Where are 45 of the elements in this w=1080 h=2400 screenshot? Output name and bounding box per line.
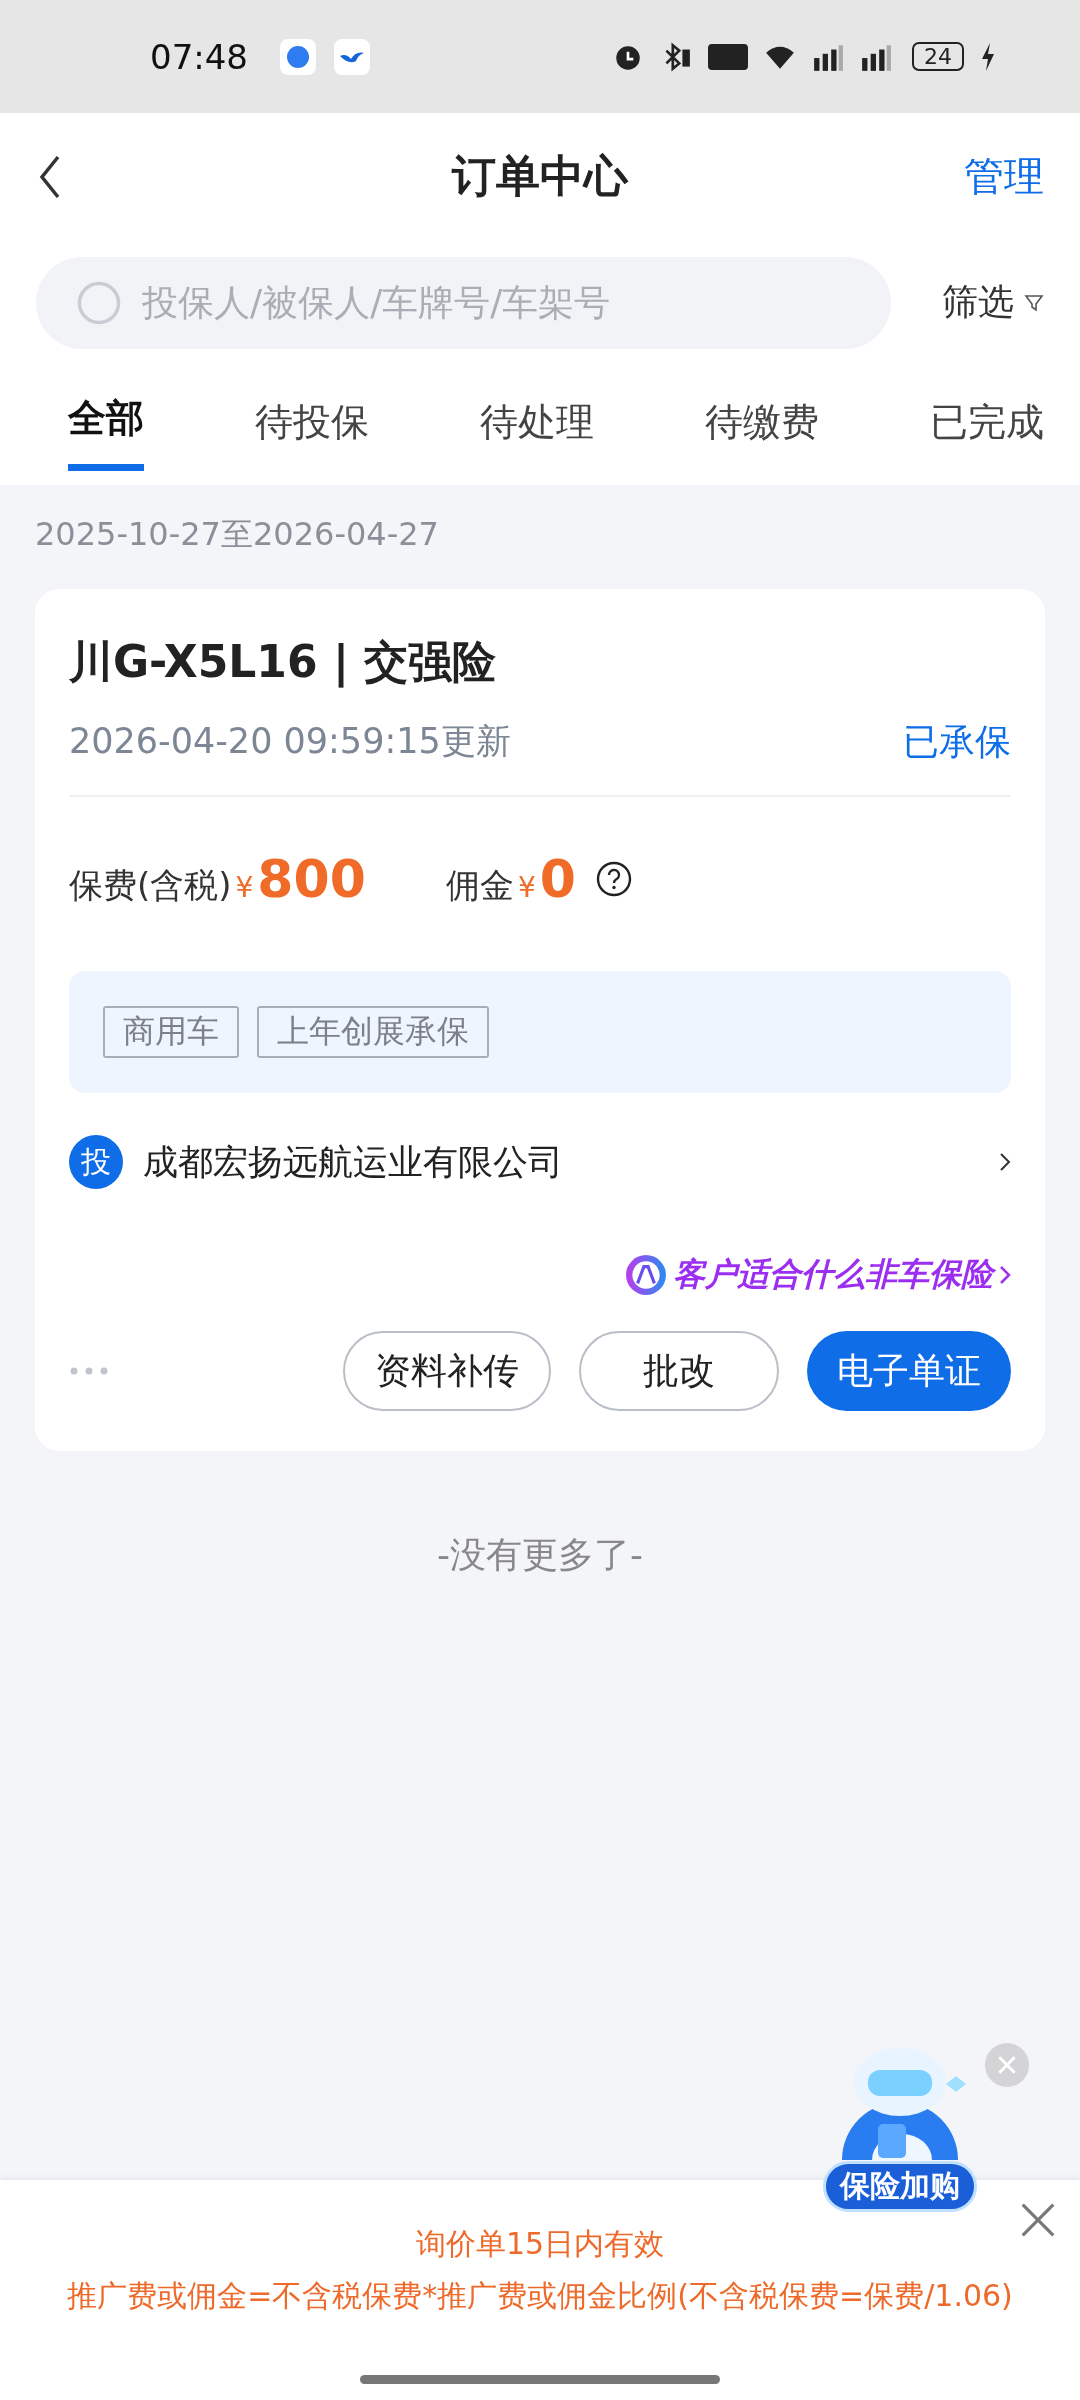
search-icon — [76, 279, 122, 326]
tab[interactable]: 全部 — [68, 379, 144, 471]
e-document-button[interactable]: 电子单证 — [807, 1331, 1011, 1411]
currency-symbol: ¥ — [235, 871, 254, 904]
date-range: 2025-10-27至2026-04-27 — [35, 514, 440, 555]
bird-app-icon — [334, 38, 370, 75]
holder-name: 成都宏扬远航运业有限公司 — [143, 1140, 564, 1184]
tab[interactable]: 待投保 — [255, 382, 369, 468]
page-title: 订单中心 — [452, 149, 628, 203]
chevron-right-icon — [999, 1265, 1011, 1285]
currency-symbol: ¥ — [517, 871, 536, 904]
battery-level: 24 — [912, 42, 964, 71]
premium-amount: 800 — [257, 849, 366, 909]
tab[interactable]: 待缴费 — [705, 382, 819, 468]
browser-app-icon — [280, 38, 316, 75]
commission-amount: 0 — [539, 849, 576, 909]
commission-label: 佣金 — [445, 864, 514, 907]
close-icon[interactable] — [1020, 2202, 1056, 2238]
order-card[interactable]: 川G-X5L16 | 交强险 2026-04-20 09:59:15更新 已承保 保费(含税)¥800 佣金¥0 商用车 上年创展承保 投 成都宏扬远航运业有限公司 客户适合什么非车保险 资料补传 批改 电子单证 — [35, 589, 1045, 1451]
ai-badge-icon — [625, 1254, 667, 1296]
add-insurance-badge[interactable]: 保险加购 — [823, 2161, 977, 2212]
notice-text: 询价单15日内有效 — [415, 2225, 665, 2263]
action-button[interactable]: 批改 — [579, 1331, 779, 1411]
end-of-list-text: -没有更多了- — [436, 1533, 644, 1577]
order-title: 川G-X5L16 | 交强险 — [69, 635, 498, 690]
tab[interactable]: 已完成 — [930, 382, 1044, 468]
tab[interactable]: 待处理 — [480, 382, 594, 468]
filter-icon[interactable] — [1024, 292, 1044, 313]
holder-badge: 投 — [69, 1135, 123, 1189]
chevron-right-icon[interactable] — [999, 1152, 1011, 1172]
status-time: 07:48 — [150, 36, 248, 77]
search-field[interactable]: 投保人/被保人/车牌号/车架号 — [36, 256, 891, 349]
back-icon[interactable] — [38, 153, 62, 201]
help-icon[interactable] — [595, 861, 632, 897]
ai-promo-link[interactable]: 客户适合什么非车保险 — [625, 1253, 1011, 1297]
tag: 上年创展承保 — [257, 1006, 489, 1058]
filter-button[interactable]: 筛选 — [942, 278, 1014, 327]
tag: 商用车 — [103, 1006, 239, 1058]
premium-label: 保费(含税) — [69, 864, 232, 907]
manage-link[interactable]: 管理 — [964, 149, 1044, 204]
notice-text: 推广费或佣金=不含税保费*推广费或佣金比例(不含税保费=保费/1.06) — [67, 2277, 1013, 2315]
update-time: 2026-04-20 09:59:15更新 — [69, 720, 511, 763]
order-status: 已承保 — [903, 720, 1011, 764]
charging-icon — [980, 41, 996, 72]
action-button[interactable]: 资料补传 — [343, 1331, 551, 1411]
